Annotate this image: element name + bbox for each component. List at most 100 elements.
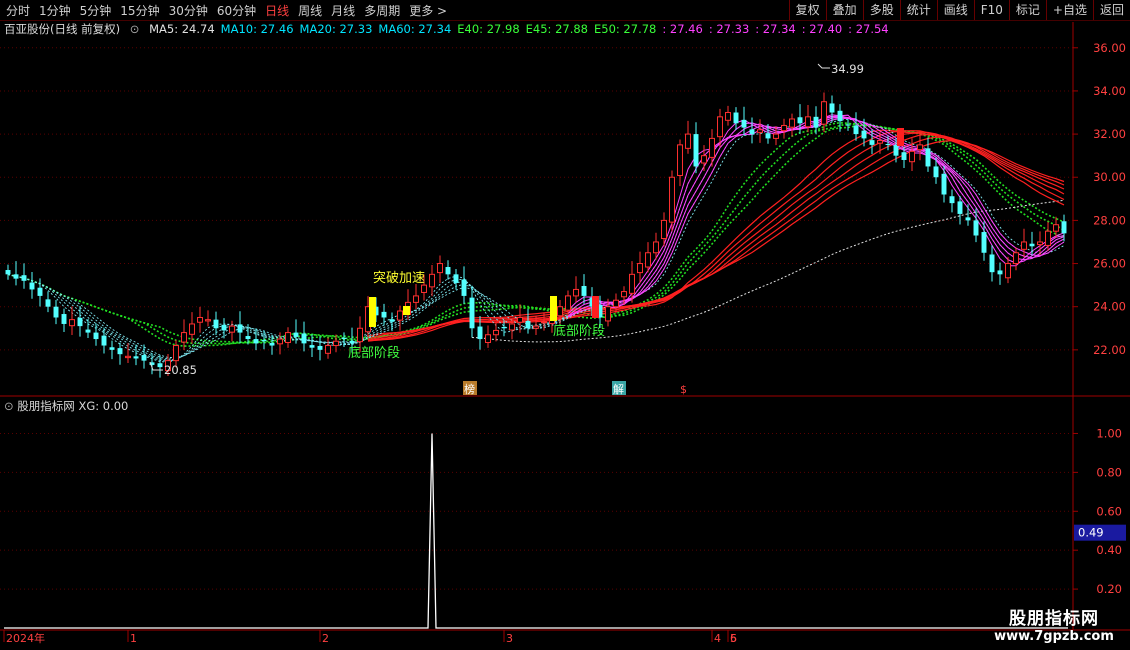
candle-body-up (517, 316, 523, 323)
candle-body-down (349, 340, 355, 344)
candle-body-down (261, 339, 267, 342)
candle-body-down (157, 363, 163, 368)
candle-body-down (317, 345, 323, 350)
candle-body-up (789, 118, 795, 128)
candle-body-up (1005, 263, 1011, 279)
candle-body-down (941, 173, 947, 195)
red-signal-bar (592, 296, 599, 318)
candle-body-down (989, 254, 995, 273)
candle-body-up (413, 295, 419, 303)
candle-body-down (797, 117, 803, 124)
candle-body-up (661, 219, 667, 240)
candle-body-down (933, 166, 939, 178)
breakout-bar-small (403, 306, 410, 315)
candle-body-up (709, 137, 715, 158)
candle-body-down (973, 220, 979, 236)
candle-body-up (285, 332, 291, 344)
xg-signal-line (4, 433, 1068, 629)
candle-body-up (533, 325, 539, 329)
candle-body-up (629, 273, 635, 294)
price-tick-label: 30.00 (1093, 170, 1126, 184)
candle-body-up (805, 116, 811, 128)
price-tick-label: 26.00 (1093, 257, 1126, 271)
magenta-ribbon-line-1 (567, 115, 1065, 314)
candle-body-up (717, 116, 723, 138)
candle-body-up (605, 306, 611, 322)
candle-body-down (733, 112, 739, 124)
high-marker-label: 34.99 (831, 62, 864, 76)
candle-body-up (1013, 252, 1019, 265)
breakout-label: 突破加速 (373, 270, 425, 286)
candle-body-down (813, 116, 819, 128)
price-tick-label: 32.00 (1093, 127, 1126, 141)
candle-body-down (461, 279, 467, 296)
candle-body-up (637, 263, 643, 274)
candle-body-down (829, 103, 835, 113)
time-tick-label: 6 (730, 632, 737, 645)
indicator-tick-label: 0.20 (1096, 582, 1122, 596)
candle-body-down (133, 356, 139, 359)
candle-body-up (685, 133, 691, 149)
time-tick-label: 2024年 (6, 631, 45, 645)
candle-body-up (645, 252, 651, 268)
candle-body-up (205, 319, 211, 322)
candle-body-up (909, 150, 915, 163)
candle-body-down (925, 148, 931, 167)
candle-body-up (613, 299, 619, 308)
candle-body-down (1029, 243, 1035, 247)
candle-body-down (477, 326, 483, 340)
candle-body-down (389, 319, 395, 322)
candle-body-up (357, 327, 363, 343)
candle-body-down (101, 335, 107, 346)
candle-body-down (869, 140, 875, 145)
current-value-label: 0.49 (1078, 526, 1104, 540)
candle-body-up (229, 325, 235, 333)
candle-body-down (53, 306, 59, 318)
candle-body-up (181, 332, 187, 343)
candle-body-down (949, 196, 955, 204)
candle-body-down (13, 274, 19, 279)
price-tick-label: 36.00 (1093, 41, 1126, 55)
candle-body-up (485, 334, 491, 344)
watermark-url: www.7gpzb.com (994, 629, 1114, 644)
candle-body-down (885, 144, 891, 146)
breakout-bar-2 (550, 296, 557, 321)
magenta-ribbon-line-0 (567, 114, 1065, 311)
candle-body-down (901, 152, 907, 160)
candle-body-down (21, 275, 27, 281)
candle-body-down (109, 347, 115, 350)
bottom-stage-label-1: 底部阶段 (348, 345, 400, 361)
time-tick-label: 4 (714, 632, 721, 645)
candle-body-down (525, 320, 531, 329)
candle-body-down (581, 285, 587, 296)
red-signal-bar-2 (897, 128, 904, 146)
candle-body-down (301, 333, 307, 344)
candle-body-up (197, 316, 203, 323)
time-tick-label: 1 (130, 632, 137, 645)
bottom-stage-label-2: 底部阶段 (553, 323, 605, 339)
price-tick-label: 28.00 (1093, 213, 1126, 227)
candle-body-up (173, 345, 179, 362)
indicator-tick-label: 1.00 (1096, 426, 1122, 440)
candle-body-down (845, 124, 851, 126)
candle-body-down (501, 326, 507, 329)
indicator-tick-label: 0.60 (1096, 504, 1122, 518)
candle-body-up (397, 310, 403, 321)
candle-body-up (325, 345, 331, 354)
candle-body-down (861, 130, 867, 139)
candle-body-down (253, 339, 259, 344)
candle-body-down (29, 282, 35, 290)
candle-body-down (45, 299, 51, 307)
candle-body-up (773, 133, 779, 139)
candle-body-down (221, 324, 227, 331)
candle-body-down (837, 110, 843, 122)
candle-body-down (293, 332, 299, 337)
candle-body-down (381, 311, 387, 318)
candle-body-down (5, 270, 11, 275)
chart-canvas[interactable]: 突破加速底部阶段底部阶段34.9920.85榜解 $ 22.0024.0026.0… (0, 0, 1130, 650)
annotations: 突破加速底部阶段底部阶段34.9920.85榜解 $ (149, 62, 904, 396)
candle-body-up (429, 273, 435, 288)
breakout-bar (369, 297, 376, 327)
candle-body-up (757, 129, 763, 133)
candle-body-up (1021, 241, 1027, 250)
